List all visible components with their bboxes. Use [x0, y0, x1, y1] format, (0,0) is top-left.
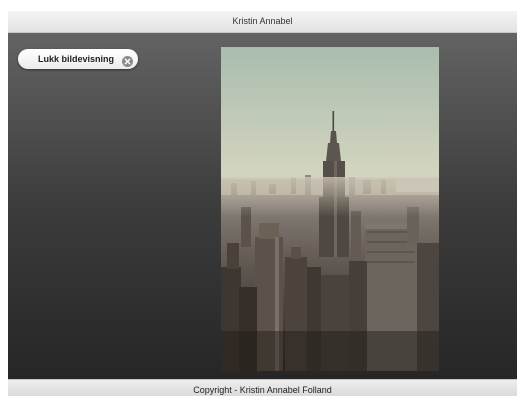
header-bar: Kristin Annabel [8, 11, 517, 33]
close-viewer-button[interactable]: Lukk bildevisning [18, 49, 138, 69]
image-viewer-overlay: Lukk bildevisning [8, 33, 517, 379]
close-viewer-label: Lukk bildevisning [38, 54, 115, 64]
copyright-text: Copyright - Kristin Annabel Folland [193, 385, 332, 395]
page-title: Kristin Annabel [232, 16, 293, 26]
close-circle-icon [122, 54, 133, 67]
footer-bar: Copyright - Kristin Annabel Folland [8, 379, 517, 396]
gallery-frame: Kristin Annabel Lukk bildevisning Copyri… [8, 11, 517, 396]
gallery-photo [221, 47, 439, 371]
